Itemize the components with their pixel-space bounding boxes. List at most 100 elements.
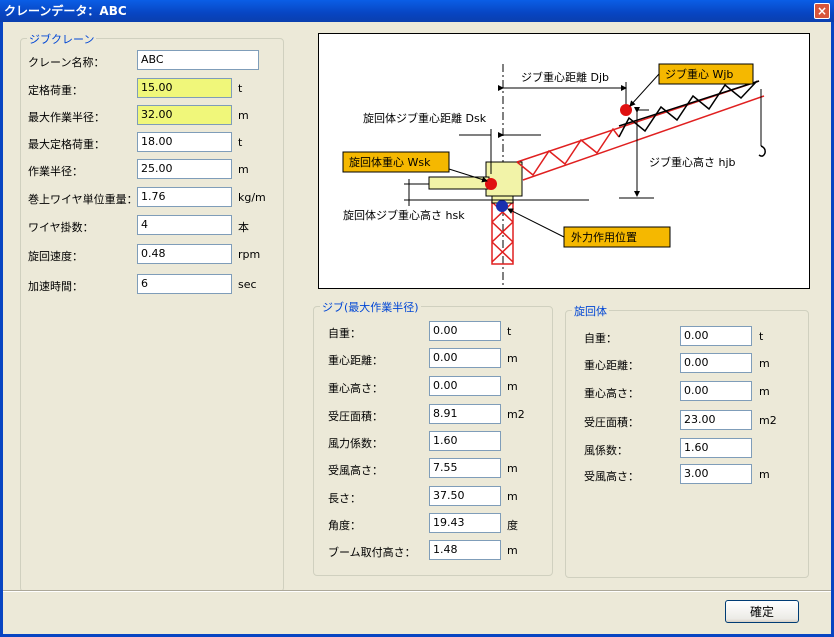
slewing-field-row: 重心距離： 0.00 m <box>566 353 808 375</box>
slewing-field-row: 風係数： 1.60 <box>566 438 808 460</box>
jib-max-field-row: 重心距離： 0.00 m <box>314 348 552 370</box>
slewing-field-row: 受風高さ： 3.00 m <box>566 464 808 486</box>
jib-max-field-row: 自重： 0.00 t <box>314 321 552 343</box>
jib-crane-field-row: ワイヤ掛数： 4 本 <box>21 215 283 237</box>
field-unit: m <box>759 385 770 398</box>
window-title: クレーンデータ：ABC <box>4 4 127 18</box>
jib-max-radius-group: ジブ(最大作業半径) 自重： 0.00 t 重心距離： 0.00 m 重心高さ：… <box>313 299 553 576</box>
field-unit: m <box>238 163 249 176</box>
jib-cg-distance-input[interactable]: 0.00 <box>429 348 501 368</box>
field-label: 受風高さ： <box>328 464 383 477</box>
field-unit: m <box>507 490 518 503</box>
max-working-radius-input[interactable]: 32.00 <box>137 105 232 125</box>
jib-cg-label: ジブ重心 Wjb <box>665 67 733 81</box>
slew-cg-distance-input[interactable]: 0.00 <box>680 353 752 373</box>
field-label: 加速時間： <box>28 280 83 293</box>
jib-wind-coefficient-input[interactable]: 1.60 <box>429 431 501 451</box>
jib-angle-input[interactable]: 19.43 <box>429 513 501 533</box>
jib-crane-field-row: 旋回速度： 0.48 rpm <box>21 244 283 266</box>
field-label: 旋回速度： <box>28 250 83 263</box>
field-label: 重心高さ： <box>584 387 639 400</box>
jib-length-input[interactable]: 37.50 <box>429 486 501 506</box>
max-rated-load-input[interactable]: 18.00 <box>137 132 232 152</box>
field-unit: t <box>507 325 512 338</box>
external-force-label: 外力作用位置 <box>571 230 637 244</box>
slew-cg-point <box>485 178 497 190</box>
slew-wind-coefficient-input[interactable]: 1.60 <box>680 438 752 458</box>
slew-cg-height-input[interactable]: 0.00 <box>680 381 752 401</box>
jib-max-field-row: 重心高さ： 0.00 m <box>314 376 552 398</box>
jib-max-radius-group-title: ジブ(最大作業半径) <box>320 299 421 315</box>
jib-self-weight-input[interactable]: 0.00 <box>429 321 501 341</box>
field-unit: m <box>507 544 518 557</box>
field-unit: m2 <box>507 408 525 421</box>
jib-max-field-row: 角度： 19.43 度 <box>314 513 552 535</box>
jib-crane-group: ジブクレーン クレーン名称： ABC 定格荷重： 15.00 t 最大作業半径：… <box>20 31 284 592</box>
field-label: 重心高さ： <box>328 382 383 395</box>
slew-self-weight-input[interactable]: 0.00 <box>680 326 752 346</box>
external-force-point <box>496 200 508 212</box>
field-label: 重心距離： <box>584 359 639 372</box>
jib-crane-field-row: 最大作業半径： 32.00 m <box>21 105 283 127</box>
external-force-leader <box>507 208 565 238</box>
boom-mount-height-input[interactable]: 1.48 <box>429 540 501 560</box>
field-unit: t <box>759 330 764 343</box>
crane-diagram-svg: ジブ重心距離 Djb 旋回体ジブ重心距離 Dsk ジブ重心高さ hjb 旋回体ジ… <box>342 63 766 286</box>
field-unit: rpm <box>238 248 261 261</box>
ok-button[interactable]: 確定 <box>725 600 799 623</box>
field-label: 最大定格荷重： <box>28 138 105 151</box>
field-unit: t <box>238 136 243 149</box>
field-label: 受圧面積： <box>328 410 383 423</box>
hook-icon <box>758 145 766 157</box>
title-bar[interactable]: クレーンデータ：ABC × <box>0 0 834 22</box>
slewing-field-row: 重心高さ： 0.00 m <box>566 381 808 403</box>
hjb-label: ジブ重心高さ hjb <box>649 155 736 169</box>
field-unit: m <box>759 357 770 370</box>
slew-wind-height-input[interactable]: 3.00 <box>680 464 752 484</box>
slew-cg-label: 旋回体重心 Wsk <box>349 155 431 169</box>
dsk-label: 旋回体ジブ重心距離 Dsk <box>363 111 487 125</box>
jib-cg-leader <box>629 73 660 107</box>
jib-cg-height-input[interactable]: 0.00 <box>429 376 501 396</box>
rated-load-input[interactable]: 15.00 <box>137 78 232 98</box>
field-label: 巻上ワイヤ単位重量： <box>28 193 138 206</box>
field-label: 最大作業半径： <box>28 111 105 124</box>
jib-crane-field-row: 最大定格荷重： 18.00 t <box>21 132 283 154</box>
jib-wind-height-input[interactable]: 7.55 <box>429 458 501 478</box>
field-label: ブーム取付高さ： <box>328 546 416 559</box>
close-button[interactable]: × <box>814 3 830 19</box>
jib-crane-group-title: ジブクレーン <box>27 31 97 47</box>
jib-pressure-area-input[interactable]: 8.91 <box>429 404 501 424</box>
crane-diagram: ジブ重心距離 Djb 旋回体ジブ重心距離 Dsk ジブ重心高さ hjb 旋回体ジ… <box>318 33 810 289</box>
working-radius-input[interactable]: 25.00 <box>137 159 232 179</box>
field-label: 定格荷重： <box>28 84 83 97</box>
field-unit: m <box>238 109 249 122</box>
close-icon: × <box>816 4 828 18</box>
slewing-speed-input[interactable]: 0.48 <box>137 244 232 264</box>
hoist-wire-unit-weight-input[interactable]: 1.76 <box>137 187 232 207</box>
field-unit: sec <box>238 278 257 291</box>
field-unit: m <box>507 380 518 393</box>
acceleration-time-input[interactable]: 6 <box>137 274 232 294</box>
djb-label: ジブ重心距離 Djb <box>521 70 609 84</box>
jib-max-field-row: 受圧面積： 8.91 m2 <box>314 404 552 426</box>
field-label: 重心距離： <box>328 354 383 367</box>
field-unit: m <box>759 468 770 481</box>
field-label: 作業半径： <box>28 165 83 178</box>
jib-crane-field-row: クレーン名称： ABC <box>21 50 283 72</box>
field-unit: kg/m <box>238 191 266 204</box>
slewing-body-group-title: 旋回体 <box>572 303 609 319</box>
bottom-separator <box>3 590 831 592</box>
crane-name-input[interactable]: ABC <box>137 50 259 70</box>
wire-parts-input[interactable]: 4 <box>137 215 232 235</box>
slew-pressure-area-input[interactable]: 23.00 <box>680 410 752 430</box>
field-label: クレーン名称： <box>28 56 105 69</box>
jib-max-field-row: ブーム取付高さ： 1.48 m <box>314 540 552 562</box>
field-label: 自重： <box>328 327 361 340</box>
jib-max-field-row: 長さ： 37.50 m <box>314 486 552 508</box>
field-label: ワイヤ掛数： <box>28 221 94 234</box>
field-label: 長さ： <box>328 492 361 505</box>
jib-crane-field-row: 巻上ワイヤ単位重量： 1.76 kg/m <box>21 187 283 209</box>
jib-max-field-row: 受風高さ： 7.55 m <box>314 458 552 480</box>
slewing-field-row: 自重： 0.00 t <box>566 326 808 348</box>
